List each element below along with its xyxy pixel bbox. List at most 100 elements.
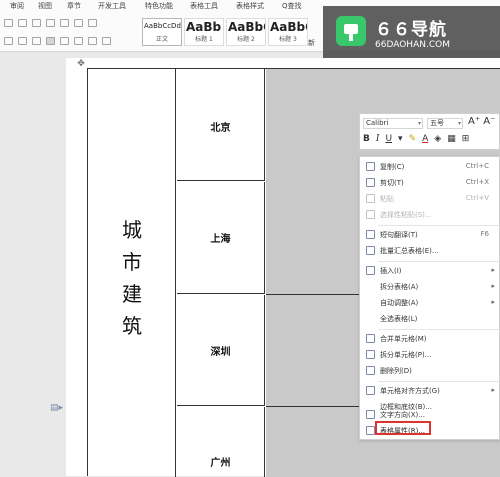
chevron-right-icon: ▸ <box>491 386 495 394</box>
sort-icon[interactable] <box>74 19 83 27</box>
tab-view[interactable]: 视图 <box>38 0 52 11</box>
tab-features[interactable]: 特色功能 <box>145 0 173 11</box>
city-label: 上海 <box>210 234 231 245</box>
city-label: 深圳 <box>210 347 231 358</box>
font-size-select[interactable]: 五号 ▾ <box>427 118 463 129</box>
table-cell-city-2[interactable]: 上海 <box>177 182 265 294</box>
menu-item-label: 插入(I) <box>380 267 402 275</box>
paste-icon <box>366 194 375 203</box>
tab-table-style[interactable]: 表格样式 <box>236 0 264 11</box>
menu-separator <box>378 225 499 226</box>
paragraph-toolbar-row-1 <box>4 19 97 27</box>
align-right-icon[interactable] <box>32 37 41 45</box>
chevron-right-icon: ▸ <box>491 282 495 290</box>
bold-button[interactable]: B <box>363 134 370 144</box>
decrease-indent-icon[interactable] <box>32 19 41 27</box>
site-watermark: ６６导航 66DAOHAN.COM <box>323 6 500 64</box>
font-color-button[interactable]: A <box>422 134 428 144</box>
distributed-icon[interactable] <box>60 37 69 45</box>
show-marks-icon[interactable] <box>88 19 97 27</box>
menu-item-label: 选择性粘贴(S)... <box>380 211 432 219</box>
menu-item-cell-alignment[interactable]: 单元格对齐方式(G) ▸ <box>360 383 500 399</box>
style-heading-1[interactable]: AaBb 标题 1 <box>184 18 224 46</box>
menu-item-paste-special[interactable]: 选择性粘贴(S)... <box>360 207 500 223</box>
numbering-icon[interactable] <box>18 19 27 27</box>
paste-special-icon <box>366 210 375 219</box>
menu-item-cut[interactable]: 剪切(T) Ctrl+X <box>360 175 500 191</box>
tab-review[interactable]: 审阅 <box>10 0 24 11</box>
bullets-icon[interactable] <box>4 19 13 27</box>
table-cell-city-4[interactable]: 广州 <box>177 407 265 477</box>
table-cell-city-3[interactable]: 深圳 <box>177 295 265 406</box>
text-direction-icon <box>366 410 375 419</box>
menu-item-batch-summary[interactable]: 批量汇总表格(E)... <box>360 243 500 259</box>
menu-item-shortcut: Ctrl+C <box>465 162 489 170</box>
tab-chapter[interactable]: 章节 <box>67 0 81 11</box>
search-tab[interactable]: Q查找 <box>282 0 302 11</box>
table-properties-icon <box>366 426 375 435</box>
font-name-select[interactable]: Calibri ▾ <box>363 118 423 129</box>
style-sample: AaBbC <box>270 20 307 34</box>
menu-item-paste[interactable]: 粘贴 Ctrl+V <box>360 191 500 207</box>
line-spacing-icon[interactable] <box>74 37 83 45</box>
city-label: 北京 <box>210 123 231 134</box>
chinese-layout-icon[interactable] <box>60 19 69 27</box>
borders-icon[interactable]: ▦ <box>447 134 456 144</box>
menu-item-label: 拆分单元格(P)... <box>380 351 432 359</box>
table-move-handle-icon[interactable]: ✥ <box>76 59 86 69</box>
delete-column-icon <box>366 366 375 375</box>
menu-item-label: 粘贴 <box>380 195 394 203</box>
borders-icon[interactable] <box>102 37 111 45</box>
chevron-right-icon: ▸ <box>491 266 495 274</box>
translate-icon <box>366 230 375 239</box>
menu-item-autofit[interactable]: 自动调整(A) ▸ <box>360 295 500 311</box>
increase-indent-icon[interactable] <box>46 19 55 27</box>
tab-developer[interactable]: 开发工具 <box>98 0 126 11</box>
menu-item-translate[interactable]: 短句翻译(T) F6 <box>360 227 500 243</box>
menu-item-delete-column[interactable]: 删除列(D) <box>360 363 500 379</box>
menu-item-label: 文字方向(X)... <box>380 411 425 419</box>
menu-item-split-table[interactable]: 拆分表格(A) ▸ <box>360 279 500 295</box>
style-normal[interactable]: AaBbCcDd 正文 <box>142 18 182 46</box>
menu-item-insert[interactable]: 插入(I) ▸ <box>360 263 500 279</box>
shading-icon[interactable]: ◈ <box>434 134 441 144</box>
merge-icon <box>366 334 375 343</box>
tab-table-tools[interactable]: 表格工具 <box>190 0 218 11</box>
insert-icon <box>366 266 375 275</box>
new-style-button[interactable]: 新 <box>308 38 315 48</box>
font-grow-shrink-buttons[interactable]: A⁺ A⁻ <box>468 116 495 127</box>
style-name: 标题 2 <box>237 36 255 43</box>
style-heading-2[interactable]: AaBbC 标题 2 <box>226 18 266 46</box>
style-heading-3[interactable]: AaBbC 标题 3 <box>268 18 308 46</box>
merged-cell[interactable]: 城市建筑 <box>88 69 176 477</box>
mini-format-row: B I U ▾ ✎ A ◈ ▦ ⊞ <box>363 134 469 144</box>
table-style-icon[interactable]: ⊞ <box>462 134 470 144</box>
underline-button[interactable]: U <box>385 134 392 144</box>
menu-item-label: 合并单元格(M) <box>380 335 427 343</box>
shading-icon[interactable] <box>88 37 97 45</box>
align-left-icon[interactable] <box>4 37 13 45</box>
merged-cell-label: 城市建筑 <box>122 218 142 338</box>
strikethrough-icon[interactable]: ▾ <box>398 134 403 144</box>
site-logo <box>336 16 366 46</box>
highlight-icon[interactable]: ✎ <box>409 134 417 144</box>
menu-item-shortcut: F6 <box>480 230 489 238</box>
style-sample: AaBbC <box>228 20 265 34</box>
menu-item-label: 拆分表格(A) <box>380 283 419 291</box>
menu-item-shortcut: Ctrl+X <box>465 178 489 186</box>
menu-item-merge-cells[interactable]: 合并单元格(M) <box>360 331 500 347</box>
menu-item-split-cells[interactable]: 拆分单元格(P)... <box>360 347 500 363</box>
cut-icon <box>366 178 375 187</box>
menu-item-select-table[interactable]: 全选表格(L) <box>360 311 500 327</box>
menu-item-copy[interactable]: 复制(C) Ctrl+C <box>360 159 500 175</box>
menu-item-shortcut: Ctrl+V <box>465 194 489 202</box>
table-cell-city-1[interactable]: 北京 <box>177 69 265 181</box>
city-label: 广州 <box>210 458 231 469</box>
style-sample: AaBbCcDd <box>144 22 181 30</box>
menu-separator <box>378 329 499 330</box>
justify-icon[interactable] <box>46 37 55 45</box>
menu-item-label: 单元格对齐方式(G) <box>380 387 440 395</box>
italic-button[interactable]: I <box>376 134 380 144</box>
paragraph-layout-icon[interactable]: ▤▸ <box>50 403 63 413</box>
align-center-icon[interactable] <box>18 37 27 45</box>
